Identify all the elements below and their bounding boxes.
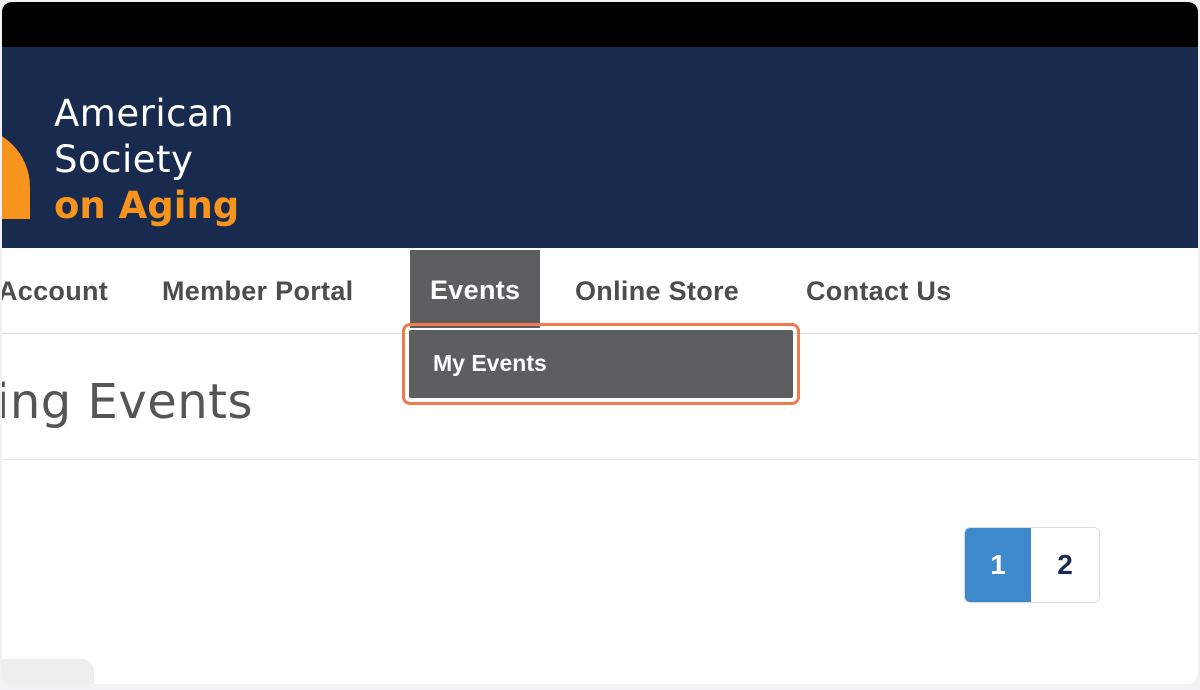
page-button-2[interactable]: 2 — [1031, 528, 1099, 602]
top-bar — [2, 2, 1198, 47]
logo-line-1: American — [54, 92, 235, 135]
logo-line-2: Society — [54, 138, 194, 181]
logo-sun-icon — [2, 127, 30, 219]
nav-item-member-portal[interactable]: Member Portal — [162, 248, 353, 334]
pagination: 1 2 — [964, 527, 1100, 603]
nav-item-events[interactable]: Events — [410, 250, 541, 328]
dropdown-item-my-events[interactable]: My Events — [433, 330, 547, 398]
content-divider — [2, 459, 1198, 460]
events-dropdown-menu: My Events — [409, 330, 793, 398]
site-header: American Society on Aging — [2, 47, 1198, 248]
nav-item-account[interactable]: Account — [2, 248, 108, 334]
nav-item-online-store[interactable]: Online Store — [575, 248, 739, 334]
logo-line-3: on Aging — [54, 184, 240, 227]
bottom-tab — [2, 659, 94, 684]
main-nav: Account Member Portal Events Online Stor… — [2, 248, 1198, 334]
page-title: ing Events — [2, 374, 253, 430]
page-button-1[interactable]: 1 — [965, 528, 1031, 602]
nav-item-contact-us[interactable]: Contact Us — [806, 248, 952, 334]
site-logo[interactable]: American Society on Aging — [54, 91, 239, 229]
